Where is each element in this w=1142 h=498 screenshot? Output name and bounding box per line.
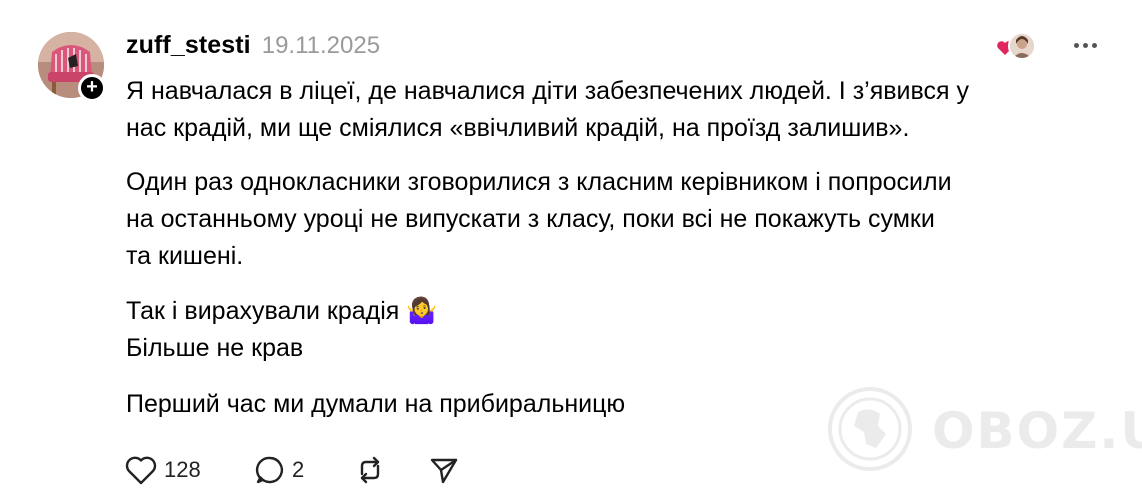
follow-button[interactable]: + [78,74,106,102]
repost-button[interactable] [354,452,428,488]
repost-icon [360,456,380,484]
share-button[interactable] [428,452,468,488]
like-button[interactable]: 128 [124,452,244,488]
heart-icon [125,456,157,485]
reply-button[interactable]: 2 [254,452,354,488]
reply-count: 2 [292,457,305,482]
like-count: 128 [164,457,201,482]
post-paragraph: Так і вирахували крадія 🤷‍♀️ Більше не к… [126,297,438,362]
plus-icon: + [86,76,98,98]
liker-avatar [1008,32,1036,60]
globe-logo-icon [828,387,912,471]
username-link[interactable]: zuff_stesti [126,31,251,60]
watermark-text: OBOZ.UA [932,402,1142,460]
more-options-button[interactable] [1070,34,1100,56]
post-date: 19.11.2025 [261,32,381,59]
more-dots-icon [1073,42,1079,48]
liked-by-indicator[interactable] [996,30,1042,64]
author-avatar-group[interactable]: + [38,32,106,102]
watermark: OBOZ.UA [820,384,1142,474]
post-paragraph: Перший час ми думали на прибиральницю [126,390,626,418]
post-paragraph: Я навчалася в ліцеї, де навчалися діти з… [126,77,969,142]
action-bar: 128 2 [124,452,468,488]
thread-post: + zuff_stesti 19.11.2025 Я навчалася в л… [0,0,1142,498]
speech-bubble-icon [255,456,284,484]
paper-plane-icon [430,458,458,484]
post-paragraph: Один раз однокласники зговорилися з клас… [126,168,952,270]
post-header: zuff_stesti 19.11.2025 [126,31,380,61]
